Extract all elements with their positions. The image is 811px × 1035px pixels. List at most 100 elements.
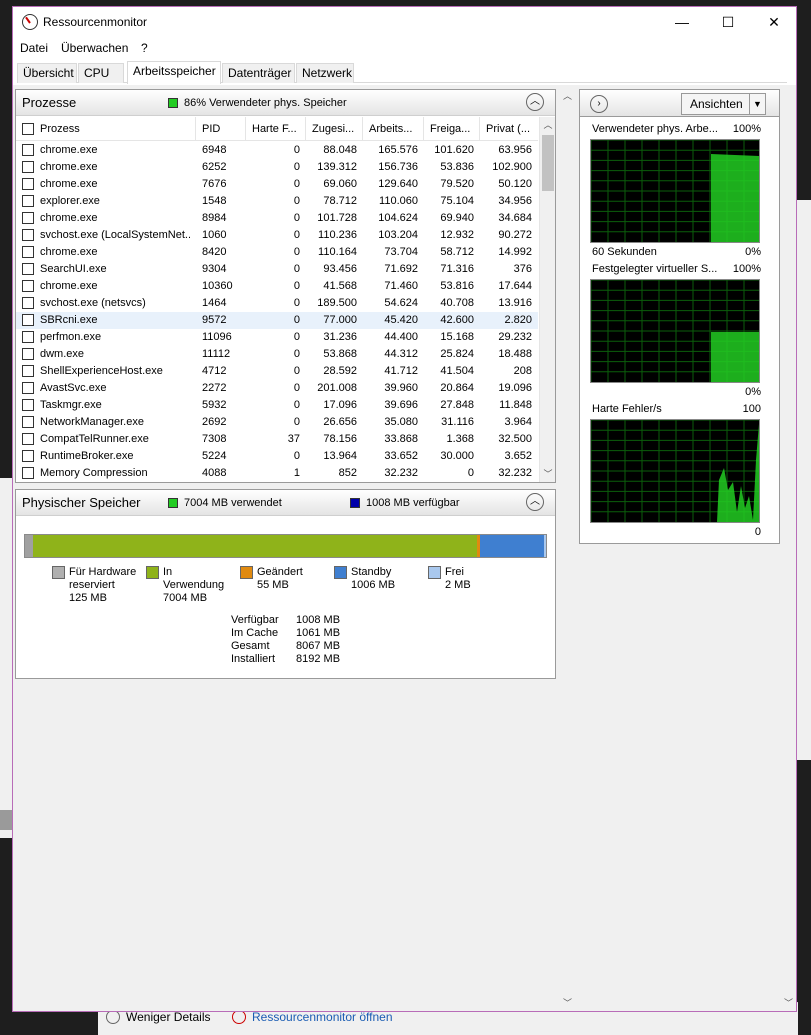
process-row[interactable]: ShellExperienceHost.exe 4712 0 28.592 41.712… xyxy=(16,363,538,380)
process-checkbox[interactable] xyxy=(22,382,34,394)
physical-memory-header[interactable]: Physischer Speicher 7004 MB verwendet 10… xyxy=(16,490,555,516)
process-row[interactable]: chrome.exe 6948 0 88.048 165.576 101.620 63.95… xyxy=(16,142,538,159)
column-harte-fehler[interactable]: Harte F... xyxy=(246,117,306,141)
available-memory-text: 1008 MB verfügbar xyxy=(366,497,460,509)
column-zugesichert[interactable]: Zugesi... xyxy=(306,117,363,141)
process-row[interactable]: NetworkManager.exe 2692 0 26.656 35.080 31.11… xyxy=(16,414,538,431)
legend-text: Für Hardware xyxy=(69,566,137,578)
process-row[interactable]: dwm.exe 11112 0 53.868 44.312 25.824 18.488 xyxy=(16,346,538,363)
process-cell: 2272 xyxy=(202,382,227,394)
expand-graphs-button[interactable]: › xyxy=(590,95,608,113)
process-checkbox[interactable] xyxy=(22,399,34,411)
open-resource-monitor-link[interactable]: Ressourcenmonitor öffnen xyxy=(232,1010,393,1024)
legend-text: Standby xyxy=(351,566,392,578)
column-arbeitssatz[interactable]: Arbeits... xyxy=(363,117,424,141)
process-row[interactable]: Memory Compression 4088 1 852 32.232 0 32.232 xyxy=(16,465,538,482)
process-checkbox[interactable] xyxy=(22,263,34,275)
process-checkbox[interactable] xyxy=(22,212,34,224)
process-scrollbar[interactable]: ︿ ﹀ xyxy=(539,117,555,482)
tab-bar: Übersicht CPU Arbeitsspeicher Datenträge… xyxy=(17,61,787,84)
process-cell: ShellExperienceHost.exe xyxy=(40,365,163,377)
collapse-physical-memory-button[interactable]: ︿ xyxy=(526,493,544,511)
column-privat[interactable]: Privat (... xyxy=(480,117,538,141)
process-checkbox[interactable] xyxy=(22,365,34,377)
left-pane-scrollbar[interactable]: ︿ ﹀ xyxy=(560,89,574,1009)
process-cell: 41.504 xyxy=(440,365,474,377)
process-cell: 6948 xyxy=(202,144,227,156)
column-prozess[interactable]: Prozess xyxy=(34,117,196,141)
process-checkbox[interactable] xyxy=(22,144,34,156)
process-row[interactable]: AvastSvc.exe 2272 0 201.008 39.960 20.864 19.0… xyxy=(16,380,538,397)
right-pane-scrollbar[interactable]: ﹀ xyxy=(783,89,795,1009)
close-button[interactable]: ✕ xyxy=(751,7,797,37)
process-checkbox[interactable] xyxy=(22,416,34,428)
tab-netzwerk[interactable]: Netzwerk xyxy=(296,63,354,83)
scroll-up-icon[interactable]: ︿ xyxy=(563,89,572,102)
memory-total-label: Verfügbar xyxy=(231,614,279,626)
minimize-button[interactable]: — xyxy=(659,7,705,37)
process-cell: 90.272 xyxy=(498,229,532,241)
process-row[interactable]: svchost.exe (netsvcs) 1464 0 189.500 54.624 4… xyxy=(16,295,538,312)
scroll-up-icon[interactable]: ︿ xyxy=(540,117,556,133)
tab-uebersicht[interactable]: Übersicht xyxy=(17,63,77,83)
processes-header[interactable]: Prozesse 86% Verwendeter phys. Speicher … xyxy=(16,90,555,116)
process-row[interactable]: Taskmgr.exe 5932 0 17.096 39.696 27.848 11.848 xyxy=(16,397,538,414)
process-checkbox[interactable] xyxy=(22,229,34,241)
process-checkbox[interactable] xyxy=(22,297,34,309)
process-row[interactable]: SBRcni.exe 9572 0 77.000 45.420 42.600 2.820 xyxy=(16,312,538,329)
process-cell: 1464 xyxy=(202,297,227,309)
menu-datei[interactable]: Datei xyxy=(20,41,48,55)
process-checkbox[interactable] xyxy=(22,433,34,445)
views-dropdown[interactable]: Ansichten ▼ xyxy=(681,93,766,115)
menu-help[interactable]: ? xyxy=(141,41,148,55)
process-row[interactable]: RuntimeBroker.exe 5224 0 13.964 33.652 30.000… xyxy=(16,448,538,465)
process-row[interactable]: chrome.exe 10360 0 41.568 71.460 53.816 17.644 xyxy=(16,278,538,295)
tab-datentraeger[interactable]: Datenträger xyxy=(222,63,295,83)
process-row[interactable]: svchost.exe (LocalSystemNet... 1060 0 110.2… xyxy=(16,227,538,244)
process-cell: dwm.exe xyxy=(40,348,85,360)
process-row[interactable]: perfmon.exe 11096 0 31.236 44.400 15.168 29.23… xyxy=(16,329,538,346)
select-all-checkbox[interactable] xyxy=(22,123,34,135)
process-checkbox[interactable] xyxy=(22,467,34,479)
process-checkbox[interactable] xyxy=(22,450,34,462)
process-checkbox[interactable] xyxy=(22,195,34,207)
graph-physical-area xyxy=(711,154,759,242)
legend-text: 7004 MB xyxy=(163,592,208,604)
process-row[interactable]: chrome.exe 7676 0 69.060 129.640 79.520 50.120 xyxy=(16,176,538,193)
tab-arbeitsspeicher[interactable]: Arbeitsspeicher xyxy=(127,61,221,84)
graph-label-hard-faults: Harte Fehler/s xyxy=(592,403,662,415)
process-row[interactable]: CompatTelRunner.exe 7308 37 78.156 33.868 1.3… xyxy=(16,431,538,448)
process-checkbox[interactable] xyxy=(22,246,34,258)
process-checkbox[interactable] xyxy=(22,348,34,360)
resource-monitor-icon xyxy=(22,14,38,30)
menu-ueberwachen[interactable]: Überwachen xyxy=(61,41,128,55)
process-checkbox[interactable] xyxy=(22,161,34,173)
process-cell: chrome.exe xyxy=(40,246,98,258)
tab-cpu[interactable]: CPU xyxy=(78,63,124,83)
process-row[interactable]: chrome.exe 8420 0 110.164 73.704 58.712 14.992 xyxy=(16,244,538,261)
process-cell: 0 xyxy=(293,297,300,309)
process-cell: svchost.exe (LocalSystemNet... xyxy=(40,229,190,241)
scrollbar-thumb[interactable] xyxy=(542,135,554,191)
process-row[interactable]: chrome.exe 6252 0 139.312 156.736 53.836 102.9… xyxy=(16,159,538,176)
process-cell: 33.652 xyxy=(384,450,418,462)
process-checkbox[interactable] xyxy=(22,314,34,326)
collapse-processes-button[interactable]: ︿ xyxy=(526,93,544,111)
less-details-link[interactable]: Weniger Details xyxy=(106,1010,210,1024)
scroll-down-icon[interactable]: ﹀ xyxy=(784,996,793,1009)
scroll-down-icon[interactable]: ﹀ xyxy=(540,466,556,482)
process-cell: 3.652 xyxy=(504,450,532,462)
process-checkbox[interactable] xyxy=(22,280,34,292)
process-cell: 12.932 xyxy=(440,229,474,241)
process-row[interactable]: chrome.exe 8984 0 101.728 104.624 69.940 34.68… xyxy=(16,210,538,227)
process-row[interactable]: SearchUI.exe 9304 0 93.456 71.692 71.316 376 xyxy=(16,261,538,278)
column-freigabe[interactable]: Freiga... xyxy=(424,117,480,141)
process-row[interactable]: explorer.exe 1548 0 78.712 110.060 75.104 34.9… xyxy=(16,193,538,210)
process-checkbox[interactable] xyxy=(22,331,34,343)
process-cell: 110.236 xyxy=(318,229,357,241)
process-cell: 15.168 xyxy=(440,331,474,343)
maximize-button[interactable]: ☐ xyxy=(705,7,751,37)
column-pid[interactable]: PID xyxy=(196,117,246,141)
scroll-down-icon[interactable]: ﹀ xyxy=(563,996,572,1009)
process-checkbox[interactable] xyxy=(22,178,34,190)
